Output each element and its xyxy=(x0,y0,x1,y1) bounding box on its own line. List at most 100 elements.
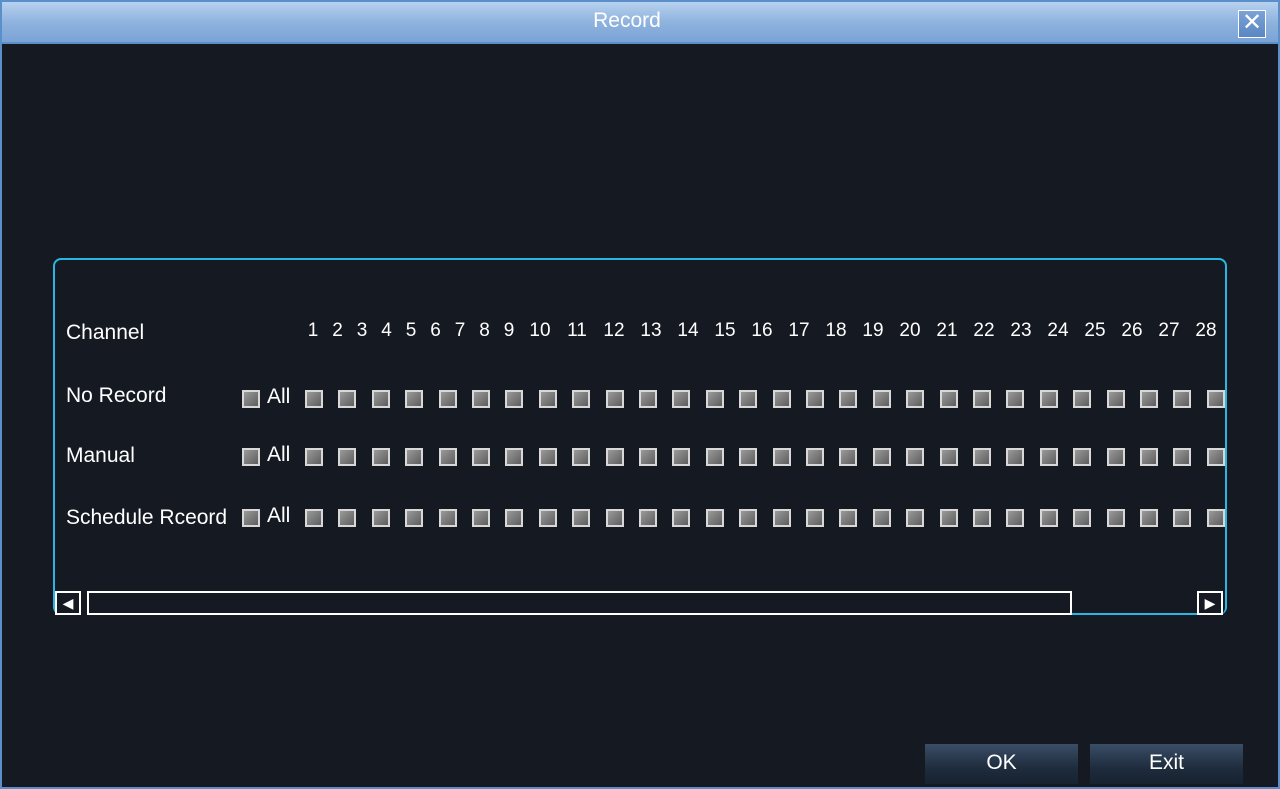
no-record-channel-19-checkbox[interactable] xyxy=(906,390,924,408)
schedule-record-channel-1-checkbox[interactable] xyxy=(305,509,323,527)
no-record-channel-28-checkbox[interactable] xyxy=(1207,390,1225,408)
schedule-record-channel-16-checkbox[interactable] xyxy=(806,509,824,527)
manual-channel-22-checkbox[interactable] xyxy=(1006,448,1024,466)
manual-channel-24-checkbox[interactable] xyxy=(1073,448,1091,466)
close-icon[interactable]: ✕ xyxy=(1238,10,1266,38)
schedule-record-channel-21-checkbox[interactable] xyxy=(973,509,991,527)
no-record-channel-14-checkbox[interactable] xyxy=(739,390,757,408)
scroll-right-arrow-icon[interactable]: ▶ xyxy=(1197,591,1223,615)
manual-channel-9-checkbox[interactable] xyxy=(572,448,590,466)
no-record-channel-20-checkbox[interactable] xyxy=(940,390,958,408)
manual-channel-11-checkbox[interactable] xyxy=(639,448,657,466)
manual-channel-2-checkbox[interactable] xyxy=(338,448,356,466)
schedule-record-channel-28-checkbox[interactable] xyxy=(1207,509,1225,527)
manual-channel-4-checkbox[interactable] xyxy=(405,448,423,466)
channel-number-10: 10 xyxy=(529,320,551,341)
no-record-channel-1-checkbox[interactable] xyxy=(305,390,323,408)
manual-channel-7-checkbox[interactable] xyxy=(505,448,523,466)
schedule-record-channel-18-checkbox[interactable] xyxy=(873,509,891,527)
schedule-record-channel-2-checkbox[interactable] xyxy=(338,509,356,527)
manual-channel-21-checkbox[interactable] xyxy=(973,448,991,466)
manual-all-checkbox[interactable] xyxy=(242,448,260,466)
no-record-channel-10-checkbox[interactable] xyxy=(606,390,624,408)
no-record-channel-22-checkbox[interactable] xyxy=(1006,390,1024,408)
channel-number-28: 28 xyxy=(1195,320,1217,341)
channel-number-22: 22 xyxy=(973,320,995,341)
channel-number-16: 16 xyxy=(751,320,773,341)
scroll-left-arrow-icon[interactable]: ◀ xyxy=(55,591,81,615)
no-record-channel-3-checkbox[interactable] xyxy=(372,390,390,408)
no-record-channel-26-checkbox[interactable] xyxy=(1140,390,1158,408)
schedule-record-channel-20-checkbox[interactable] xyxy=(940,509,958,527)
manual-channel-26-checkbox[interactable] xyxy=(1140,448,1158,466)
no-record-channel-12-checkbox[interactable] xyxy=(672,390,690,408)
no-record-channel-16-checkbox[interactable] xyxy=(806,390,824,408)
schedule-record-channel-10-checkbox[interactable] xyxy=(606,509,624,527)
no-record-all-checkbox[interactable] xyxy=(242,390,260,408)
schedule-record-channel-23-checkbox[interactable] xyxy=(1040,509,1058,527)
schedule-record-channel-6-checkbox[interactable] xyxy=(472,509,490,527)
manual-channel-1-checkbox[interactable] xyxy=(305,448,323,466)
no-record-channel-25-checkbox[interactable] xyxy=(1107,390,1125,408)
no-record-channel-23-checkbox[interactable] xyxy=(1040,390,1058,408)
schedule-record-channel-26-checkbox[interactable] xyxy=(1140,509,1158,527)
manual-channel-16-checkbox[interactable] xyxy=(806,448,824,466)
manual-channel-14-checkbox[interactable] xyxy=(739,448,757,466)
manual-channel-23-checkbox[interactable] xyxy=(1040,448,1058,466)
no-record-channel-18-checkbox[interactable] xyxy=(873,390,891,408)
manual-channel-3-checkbox[interactable] xyxy=(372,448,390,466)
schedule-record-channel-15-checkbox[interactable] xyxy=(773,509,791,527)
no-record-channel-7-checkbox[interactable] xyxy=(505,390,523,408)
no-record-channel-27-checkbox[interactable] xyxy=(1173,390,1191,408)
schedule-record-channel-25-checkbox[interactable] xyxy=(1107,509,1125,527)
no-record-channel-2-checkbox[interactable] xyxy=(338,390,356,408)
no-record-channel-15-checkbox[interactable] xyxy=(773,390,791,408)
no-record-channel-4-checkbox[interactable] xyxy=(405,390,423,408)
schedule-record-channel-12-checkbox[interactable] xyxy=(672,509,690,527)
no-record-channel-5-checkbox[interactable] xyxy=(439,390,457,408)
manual-channel-25-checkbox[interactable] xyxy=(1107,448,1125,466)
schedule-record-channel-17-checkbox[interactable] xyxy=(839,509,857,527)
channel-number-11: 11 xyxy=(567,320,587,341)
manual-channel-18-checkbox[interactable] xyxy=(873,448,891,466)
ok-button[interactable]: OK xyxy=(925,744,1078,784)
no-record-channel-8-checkbox[interactable] xyxy=(539,390,557,408)
title-bar: Record ✕ xyxy=(2,2,1278,44)
manual-channel-19-checkbox[interactable] xyxy=(906,448,924,466)
no-record-channel-21-checkbox[interactable] xyxy=(973,390,991,408)
manual-channel-15-checkbox[interactable] xyxy=(773,448,791,466)
schedule-record-channel-19-checkbox[interactable] xyxy=(906,509,924,527)
schedule-record-channel-13-checkbox[interactable] xyxy=(706,509,724,527)
manual-channel-6-checkbox[interactable] xyxy=(472,448,490,466)
manual-channel-8-checkbox[interactable] xyxy=(539,448,557,466)
manual-channel-13-checkbox[interactable] xyxy=(706,448,724,466)
no-record-channel-11-checkbox[interactable] xyxy=(639,390,657,408)
no-record-channel-9-checkbox[interactable] xyxy=(572,390,590,408)
manual-channel-10-checkbox[interactable] xyxy=(606,448,624,466)
manual-channel-27-checkbox[interactable] xyxy=(1173,448,1191,466)
manual-channel-20-checkbox[interactable] xyxy=(940,448,958,466)
horizontal-scrollbar-thumb[interactable] xyxy=(87,591,1072,615)
manual-channel-28-checkbox[interactable] xyxy=(1207,448,1225,466)
exit-button[interactable]: Exit xyxy=(1090,744,1243,784)
schedule-record-channel-11-checkbox[interactable] xyxy=(639,509,657,527)
no-record-channel-17-checkbox[interactable] xyxy=(839,390,857,408)
schedule-record-channel-14-checkbox[interactable] xyxy=(739,509,757,527)
no-record-channel-13-checkbox[interactable] xyxy=(706,390,724,408)
schedule-record-channel-4-checkbox[interactable] xyxy=(405,509,423,527)
schedule-record-channel-22-checkbox[interactable] xyxy=(1006,509,1024,527)
schedule-record-channel-3-checkbox[interactable] xyxy=(372,509,390,527)
schedule-record-channel-8-checkbox[interactable] xyxy=(539,509,557,527)
no-record-channel-6-checkbox[interactable] xyxy=(472,390,490,408)
schedule-record-channel-5-checkbox[interactable] xyxy=(439,509,457,527)
schedule-record-all-checkbox[interactable] xyxy=(242,509,260,527)
schedule-record-channel-9-checkbox[interactable] xyxy=(572,509,590,527)
no-record-channel-24-checkbox[interactable] xyxy=(1073,390,1091,408)
schedule-record-channel-27-checkbox[interactable] xyxy=(1173,509,1191,527)
schedule-record-channel-24-checkbox[interactable] xyxy=(1073,509,1091,527)
manual-channel-5-checkbox[interactable] xyxy=(439,448,457,466)
schedule-record-channel-7-checkbox[interactable] xyxy=(505,509,523,527)
manual-channel-17-checkbox[interactable] xyxy=(839,448,857,466)
manual-channel-12-checkbox[interactable] xyxy=(672,448,690,466)
channel-panel xyxy=(53,258,1227,615)
